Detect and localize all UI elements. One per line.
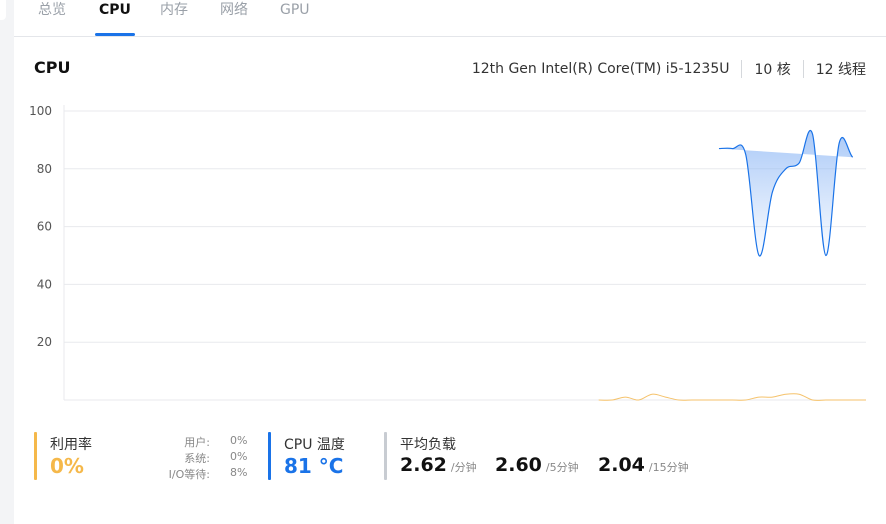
tab-bar: 总览 CPU 内存 网络 GPU [14, 0, 886, 37]
breakdown-value-system: 0% [230, 450, 248, 463]
breakdown-label-user: 用户: [184, 436, 210, 449]
load-5min: 2.60/5分钟 [495, 454, 579, 476]
secondary-usage-line [598, 393, 866, 401]
load-1min-value: 2.62 [400, 454, 447, 476]
cpu-model: 12th Gen Intel(R) Core(TM) i5-1235U [471, 61, 730, 77]
left-strip [0, 0, 10, 524]
breakdown-label-system: 系统: [184, 452, 210, 465]
cpu-usage-chart: 100 80 60 40 20 [29, 104, 866, 401]
tab-overview[interactable]: 总览 [38, 0, 66, 36]
load-5min-unit: /5分钟 [545, 461, 579, 474]
load-1min: 2.62/分钟 [400, 454, 477, 476]
tab-network[interactable]: 网络 [220, 0, 248, 36]
load-15min-unit: /15分钟 [648, 461, 689, 474]
utilization-label: 利用率 [50, 437, 92, 453]
cpu-cores: 10 核 [754, 62, 791, 78]
temperature-accent-bar [268, 432, 271, 480]
y-tick-label: 40 [37, 277, 52, 291]
y-tick-label: 60 [37, 220, 52, 234]
cpu-usage-area [718, 130, 853, 256]
load-label: 平均负载 [400, 437, 456, 453]
breakdown-value-user: 0% [230, 434, 248, 447]
left-strip-nub [0, 0, 6, 20]
y-tick-label: 100 [29, 104, 52, 118]
load-15min: 2.04/15分钟 [598, 454, 689, 476]
temperature-label: CPU 温度 [284, 437, 345, 453]
breakdown-value-iowait: 8% [230, 466, 248, 479]
y-tick-label: 80 [37, 162, 52, 176]
cpu-threads: 12 线程 [815, 62, 866, 78]
cpu-section-title: CPU [34, 58, 71, 77]
cpu-panel: 总览 CPU 内存 网络 GPU CPU 12th Gen Intel(R) C… [14, 0, 886, 524]
y-tick-label: 20 [37, 335, 52, 349]
tab-gpu[interactable]: GPU [280, 0, 310, 36]
cpu-info: 12th Gen Intel(R) Core(TM) i5-1235U 10 核… [472, 59, 866, 79]
utilization-value: 0% [50, 454, 84, 478]
load-accent-bar [384, 432, 387, 480]
utilization-accent-bar [34, 432, 37, 480]
load-5min-value: 2.60 [495, 454, 542, 476]
info-divider [741, 60, 743, 78]
tab-memory[interactable]: 内存 [160, 0, 188, 36]
temperature-value: 81 °C [284, 454, 344, 478]
info-divider [802, 60, 804, 78]
load-1min-unit: /分钟 [450, 461, 477, 474]
load-15min-value: 2.04 [598, 454, 645, 476]
tab-cpu[interactable]: CPU [95, 0, 135, 36]
breakdown-label-iowait: I/O等待: [168, 468, 210, 481]
